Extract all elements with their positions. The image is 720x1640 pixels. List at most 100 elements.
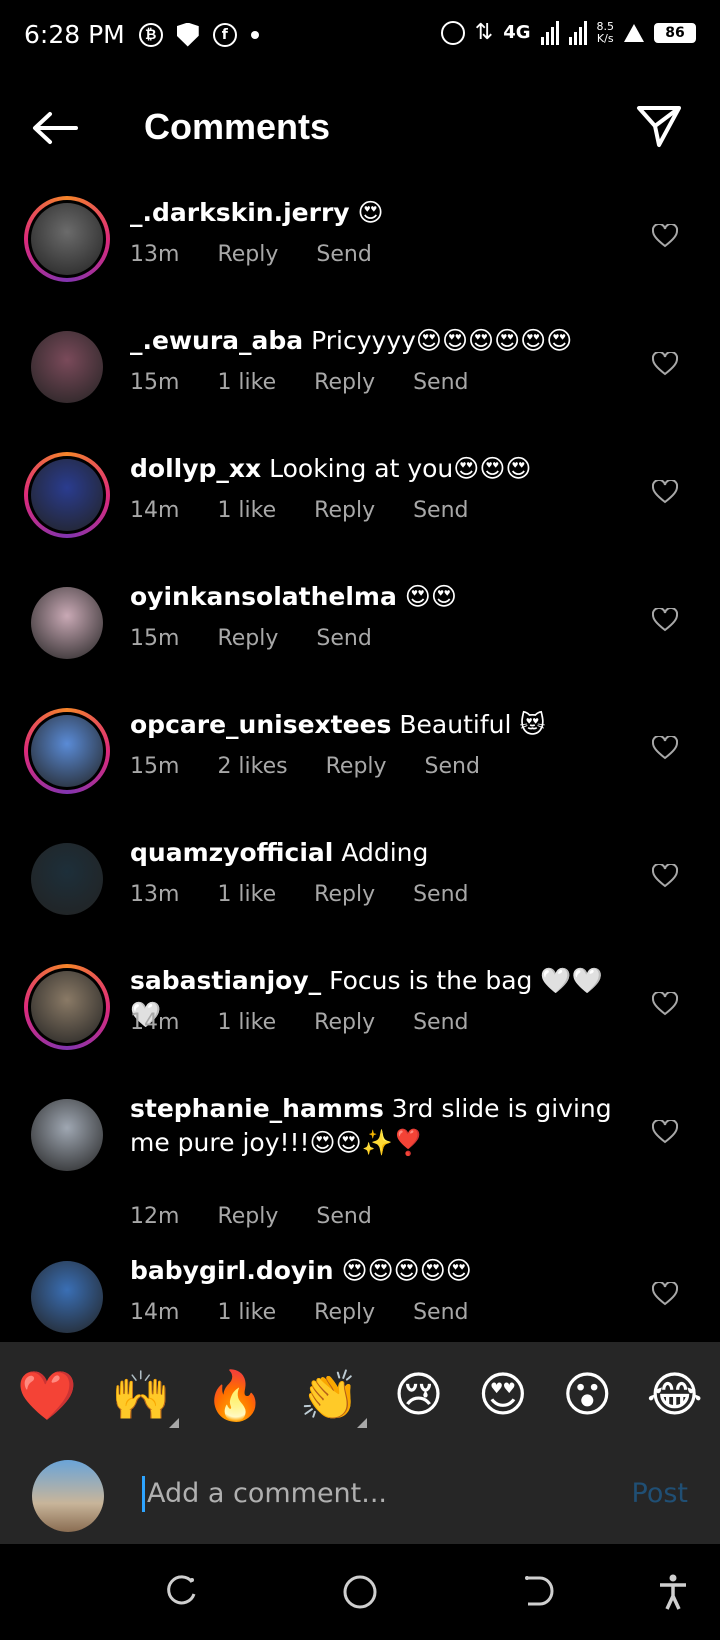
send-button[interactable]: Send bbox=[413, 882, 468, 907]
comment-like-count[interactable]: 1 like bbox=[217, 370, 276, 395]
bitcoin-icon: ₿ bbox=[138, 22, 163, 47]
raising-hands-emoji-button[interactable]: 🙌 bbox=[111, 1367, 179, 1428]
comment-meta: 14m 1 like Reply Send bbox=[130, 1300, 507, 1325]
comment-username[interactable]: sabastianjoy_ bbox=[130, 966, 321, 995]
fire-emoji-button[interactable]: 🔥 bbox=[205, 1367, 265, 1424]
home-icon[interactable] bbox=[342, 1574, 378, 1610]
surprised-face-emoji-button[interactable]: 😮 bbox=[562, 1367, 612, 1423]
status-bar: 6:28 PM ₿ f ⇅ 4G 8.5 K/s 86 bbox=[0, 0, 720, 72]
like-heart-icon[interactable] bbox=[652, 992, 678, 1016]
recent-apps-icon[interactable] bbox=[164, 1574, 198, 1608]
avatar-ring-gap bbox=[28, 584, 106, 662]
like-heart-icon[interactable] bbox=[652, 480, 678, 504]
comment-body: Pricyyyy😍😍😍😍😍😍 bbox=[311, 326, 573, 355]
comment-body: 😍😍 bbox=[404, 582, 457, 611]
comment-text: quamzyofficial Adding bbox=[130, 836, 620, 870]
reply-button[interactable]: Reply bbox=[314, 370, 375, 395]
reply-button[interactable]: Reply bbox=[314, 882, 375, 907]
back-nav-icon[interactable] bbox=[524, 1574, 554, 1608]
reply-button[interactable]: Reply bbox=[217, 1204, 278, 1229]
send-button[interactable]: Send bbox=[413, 1300, 468, 1325]
commenter-avatar[interactable] bbox=[24, 1254, 110, 1340]
post-button[interactable]: Post bbox=[632, 1478, 689, 1509]
avatar-image bbox=[31, 459, 103, 531]
commenter-avatar[interactable] bbox=[24, 452, 110, 538]
heart-eyes-emoji-button[interactable]: 😍 bbox=[478, 1367, 528, 1423]
network-speed: 8.5 K/s bbox=[596, 19, 615, 45]
comment-username[interactable]: oyinkansolathelma bbox=[130, 582, 397, 611]
like-heart-icon[interactable] bbox=[652, 1120, 678, 1144]
like-heart-icon[interactable] bbox=[652, 352, 678, 376]
comment-like-count[interactable]: 1 like bbox=[217, 882, 276, 907]
reply-button[interactable]: Reply bbox=[314, 1300, 375, 1325]
avatar-ring-gap bbox=[28, 456, 106, 534]
like-heart-icon[interactable] bbox=[652, 736, 678, 760]
battery-indicator: 86 bbox=[654, 22, 696, 43]
commenter-avatar[interactable] bbox=[24, 196, 110, 282]
reply-button[interactable]: Reply bbox=[326, 754, 387, 779]
warning-icon bbox=[624, 23, 644, 42]
crying-face-emoji-button[interactable]: 😢 bbox=[394, 1367, 444, 1423]
comment-meta: 15m Reply Send bbox=[130, 626, 410, 651]
data-transfer-icon: ⇅ bbox=[474, 20, 494, 45]
comment-text: dollyp_xx Looking at you😍😍😍 bbox=[130, 452, 620, 486]
like-heart-icon[interactable] bbox=[652, 608, 678, 632]
comment-text: stephanie_hamms 3rd slide is giving me p… bbox=[130, 1092, 620, 1160]
alarm-icon bbox=[440, 20, 465, 45]
comment-body: 😍😍😍😍😍 bbox=[341, 1256, 472, 1285]
page-title: Comments bbox=[144, 106, 331, 147]
send-button[interactable]: Send bbox=[316, 1204, 371, 1229]
comment-username[interactable]: quamzyofficial bbox=[130, 838, 333, 867]
send-button[interactable]: Send bbox=[316, 242, 371, 267]
comment-meta: 14m 1 like Reply Send bbox=[130, 1010, 507, 1035]
comment-body: Beautiful 😻 bbox=[399, 710, 546, 739]
avatar-image bbox=[31, 587, 103, 659]
reply-button[interactable]: Reply bbox=[217, 242, 278, 267]
send-button[interactable]: Send bbox=[413, 1010, 468, 1035]
comment-like-count[interactable]: 2 likes bbox=[217, 754, 287, 779]
comment-like-count[interactable]: 1 like bbox=[217, 498, 276, 523]
comment-meta: 13m 1 like Reply Send bbox=[130, 882, 507, 907]
send-button[interactable]: Send bbox=[413, 370, 468, 395]
commenter-avatar[interactable] bbox=[24, 580, 110, 666]
comment-text: opcare_unisextees Beautiful 😻 bbox=[130, 708, 620, 742]
send-button[interactable]: Send bbox=[316, 626, 371, 651]
comment-username[interactable]: stephanie_hamms bbox=[130, 1094, 384, 1123]
comment-input[interactable]: Add a comment... bbox=[142, 1476, 387, 1512]
accessibility-icon[interactable] bbox=[658, 1574, 688, 1610]
comment-username[interactable]: opcare_unisextees bbox=[130, 710, 391, 739]
commenter-avatar[interactable] bbox=[24, 324, 110, 410]
reply-button[interactable]: Reply bbox=[217, 626, 278, 651]
like-heart-icon[interactable] bbox=[652, 224, 678, 248]
comment-username[interactable]: babygirl.doyin bbox=[130, 1256, 334, 1285]
tears-of-joy-emoji-button[interactable]: 😂 bbox=[647, 1367, 703, 1423]
send-button[interactable]: Send bbox=[425, 754, 480, 779]
back-arrow-icon[interactable] bbox=[30, 110, 78, 146]
avatar-image bbox=[31, 971, 103, 1043]
reply-button[interactable]: Reply bbox=[314, 498, 375, 523]
heart-emoji-button[interactable]: ❤️ bbox=[17, 1367, 77, 1424]
comment-username[interactable]: _.ewura_aba bbox=[130, 326, 303, 355]
comment-like-count[interactable]: 1 like bbox=[217, 1010, 276, 1035]
comment-meta: 12m Reply Send bbox=[130, 1204, 410, 1229]
like-heart-icon[interactable] bbox=[652, 1282, 678, 1306]
commenter-avatar[interactable] bbox=[24, 1092, 110, 1178]
like-heart-icon[interactable] bbox=[652, 864, 678, 888]
comment-username[interactable]: dollyp_xx bbox=[130, 454, 261, 483]
avatar-ring-gap bbox=[28, 712, 106, 790]
reply-button[interactable]: Reply bbox=[314, 1010, 375, 1035]
send-button[interactable]: Send bbox=[413, 498, 468, 523]
clapping-hands-emoji-button[interactable]: 👏 bbox=[299, 1367, 367, 1428]
comment-like-count[interactable]: 1 like bbox=[217, 1300, 276, 1325]
commenter-avatar[interactable] bbox=[24, 964, 110, 1050]
avatar-ring-gap bbox=[28, 200, 106, 278]
comments-header: Comments bbox=[0, 92, 720, 164]
comment-meta: 15m 1 like Reply Send bbox=[130, 370, 507, 395]
commenter-avatar[interactable] bbox=[24, 836, 110, 922]
share-direct-icon[interactable] bbox=[636, 104, 682, 148]
comment-username[interactable]: _.darkskin.jerry bbox=[130, 198, 350, 227]
avatar-image bbox=[31, 715, 103, 787]
avatar-image bbox=[31, 843, 103, 915]
commenter-avatar[interactable] bbox=[24, 708, 110, 794]
avatar-ring-gap bbox=[28, 840, 106, 918]
